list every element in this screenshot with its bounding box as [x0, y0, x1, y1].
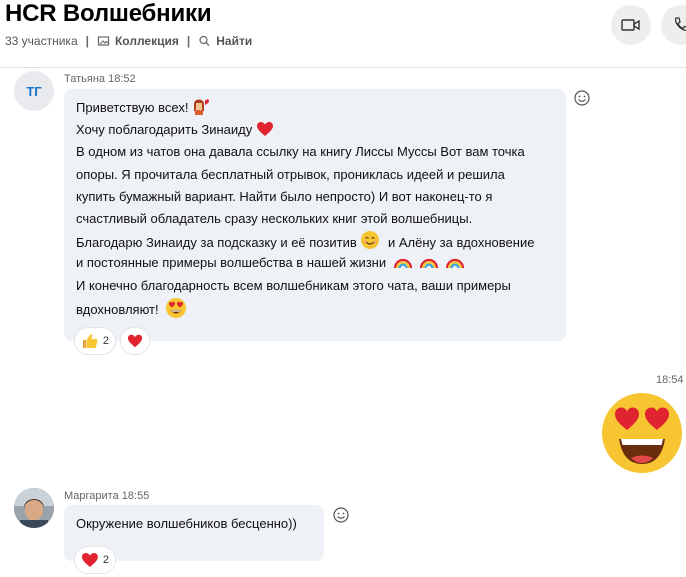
- message-time: 18:52: [108, 73, 136, 85]
- message-line: вдохновляют!: [76, 297, 534, 319]
- reaction-thumbs-up[interactable]: 2: [74, 327, 116, 355]
- text-segment: Хочу поблагодарить Зинаиду: [76, 122, 253, 138]
- video-call-button[interactable]: [611, 5, 651, 45]
- heart-icon: [127, 334, 143, 348]
- message-meta: Маргарита 18:55: [64, 490, 149, 502]
- message-time: 18:55: [121, 490, 150, 502]
- add-reaction-icon[interactable]: [332, 506, 350, 524]
- divider: |: [186, 34, 191, 48]
- message-bubble[interactable]: Приветствую всех! Хочу поблагодарить Зин…: [64, 89, 566, 341]
- chat-header: HCR Волшебники 33 участника | Коллекция …: [0, 0, 686, 68]
- search-label: Найти: [216, 34, 253, 48]
- phone-icon: [674, 17, 686, 32]
- woman-gesturing-emoji-icon: [194, 99, 210, 115]
- message-line: Приветствую всех!: [76, 97, 534, 119]
- gallery-icon: [97, 36, 110, 46]
- message-line: счастливый обладатель сразу нескольких к…: [76, 210, 473, 226]
- reaction-count: 2: [102, 554, 109, 566]
- message-meta: Татьяна 18:52: [64, 73, 136, 85]
- collection-label: Коллекция: [114, 34, 179, 48]
- collection-link[interactable]: Коллекция: [97, 34, 179, 48]
- message-line: И конечно благодарность всем волшебникам…: [76, 277, 511, 293]
- author-name: Татьяна: [64, 73, 106, 85]
- avatar[interactable]: ТГ: [14, 71, 54, 111]
- heart-icon: [256, 122, 273, 137]
- reaction-heart[interactable]: 2: [74, 546, 116, 574]
- chat-title: HCR Волшебники: [5, 0, 212, 27]
- audio-call-button[interactable]: [661, 5, 686, 45]
- chat-subbar: 33 участника | Коллекция | Найти: [5, 34, 252, 48]
- participants-link[interactable]: 33 участника: [5, 34, 78, 48]
- author-name: Маргарита: [64, 490, 119, 502]
- message-line: Благодарю Зинаиду за подсказку и её пози…: [76, 230, 534, 252]
- message-text: Приветствую всех! Хочу поблагодарить Зин…: [76, 97, 534, 319]
- message-line: В одном из чатов она давала ссылку на кн…: [76, 144, 525, 160]
- reaction-heart[interactable]: [120, 327, 150, 355]
- heart-icon: [81, 553, 98, 567]
- message-line: купить бумажный вариант. Найти было непр…: [76, 188, 493, 204]
- user-photo-icon: [14, 488, 54, 528]
- text-segment: и Алёну за вдохновение: [388, 235, 535, 251]
- message-line: и постоянные примеры волшебства в нашей …: [76, 252, 534, 274]
- message-line: Окружение волшебников бесценно)): [76, 516, 297, 531]
- thumbs-up-icon: [82, 334, 98, 348]
- add-reaction-icon[interactable]: [573, 89, 591, 107]
- text-segment: вдохновляют!: [76, 301, 159, 317]
- heart-eyes-emoji-icon[interactable]: [601, 392, 683, 474]
- heart-eyes-emoji-icon: [166, 297, 187, 318]
- search-link[interactable]: Найти: [198, 34, 252, 48]
- text-segment: Благодарю Зинаиду за подсказку и её пози…: [76, 235, 357, 251]
- divider: |: [85, 34, 89, 48]
- rainbow-emoji-icon: [393, 259, 464, 269]
- message-time: 18:54: [656, 374, 684, 386]
- smiling-face-emoji-icon: [361, 231, 380, 250]
- video-camera-icon: [621, 19, 640, 31]
- search-icon: [199, 35, 210, 46]
- reaction-count: 2: [102, 335, 109, 347]
- message-line: Хочу поблагодарить Зинаиду: [76, 119, 534, 141]
- message-text: Окружение волшебников бесценно)): [76, 513, 297, 535]
- text-segment: и постоянные примеры волшебства в нашей …: [76, 255, 387, 271]
- message-line: опоры. Я прочитала бесплатный отрывок, п…: [76, 166, 505, 182]
- text-segment: Приветствую всех!: [76, 100, 189, 115]
- avatar[interactable]: [14, 488, 54, 528]
